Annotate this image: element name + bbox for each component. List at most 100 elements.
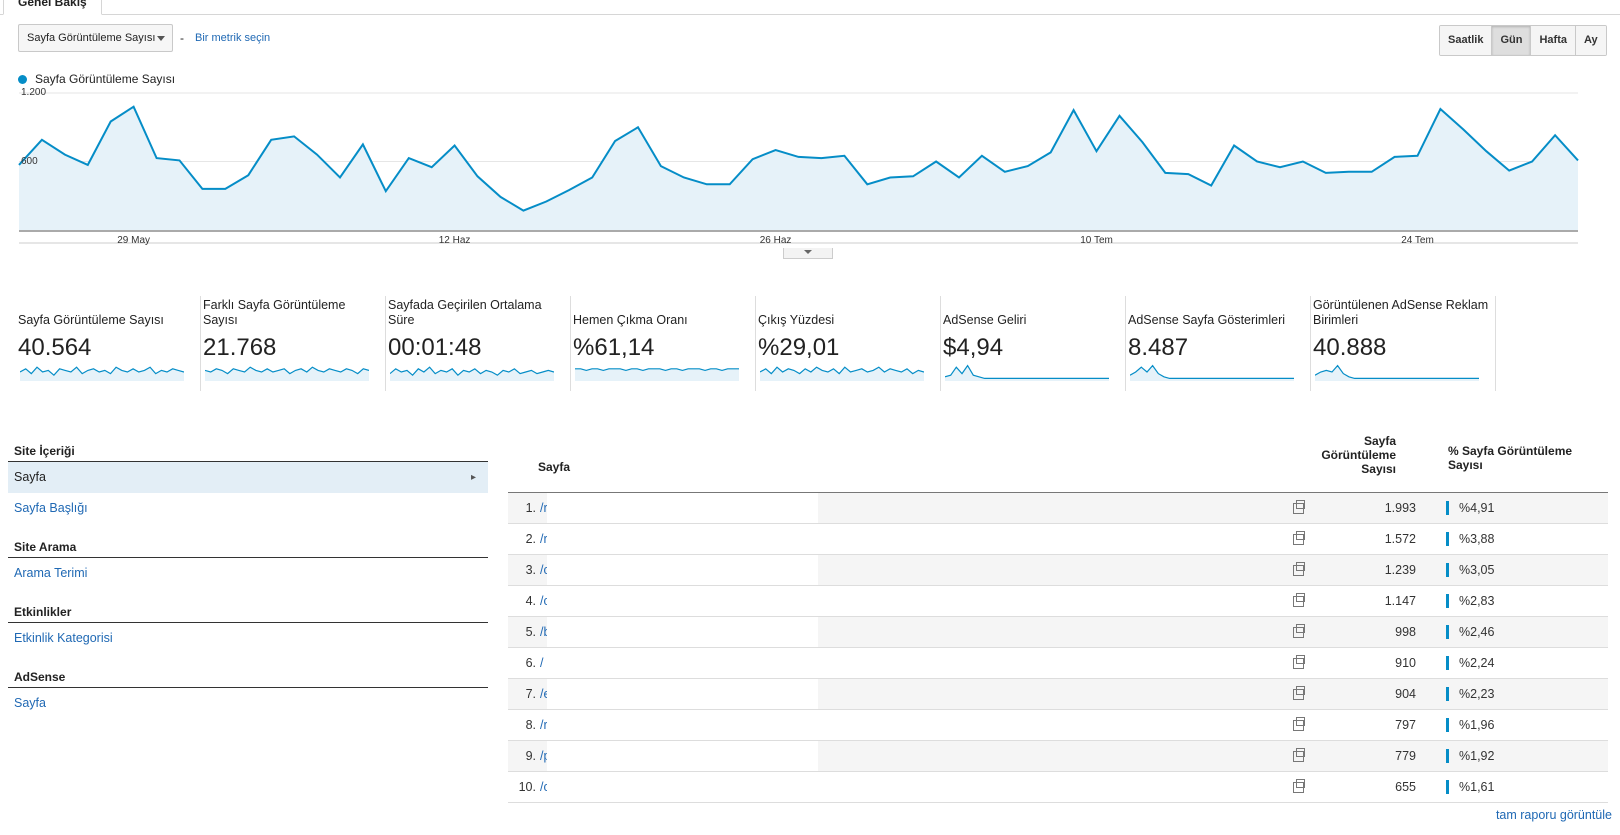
row-percent: %1,92	[1459, 749, 1495, 763]
external-link-icon[interactable]	[1293, 624, 1305, 638]
row-percent: %3,88	[1459, 532, 1495, 546]
kpi-label: Hemen Çıkma Oranı	[573, 313, 688, 327]
tab-bar: Genel Bakış	[0, 0, 1620, 15]
full-report-link[interactable]: tam raporu görüntüle	[1496, 808, 1612, 822]
tab-overview[interactable]: Genel Bakış	[3, 0, 102, 15]
row-rank: 9.	[525, 749, 536, 763]
table-row: 4./c 1.147 %2,83	[508, 586, 1608, 617]
kpi-tile[interactable]: Çıkış Yüzdesi %29,01	[750, 296, 941, 391]
redaction-mask	[547, 493, 818, 523]
period-month-button[interactable]: Ay	[1574, 26, 1606, 55]
kpi-value: %61,14	[573, 334, 655, 361]
external-link-icon[interactable]	[1293, 593, 1305, 607]
kpi-value: 00:01:48	[388, 334, 482, 361]
kpi-value: 40.888	[1313, 334, 1387, 361]
kpi-label: Sayfa Görüntüleme Sayısı	[18, 313, 164, 327]
nav-item-page[interactable]: Sayfa ▸	[8, 462, 488, 493]
kpi-label: Farklı Sayfa Görüntüleme Sayısı	[203, 298, 346, 327]
page-path-link[interactable]: /	[540, 656, 543, 670]
external-link-icon[interactable]	[1293, 748, 1305, 762]
kpi-tile[interactable]: AdSense Geliri $4,94	[935, 296, 1126, 391]
kpi-value: 21.768	[203, 334, 277, 361]
x-tick-label: 29 May	[117, 235, 151, 246]
external-link-icon[interactable]	[1293, 562, 1305, 576]
kpi-sparkline	[1130, 364, 1294, 381]
external-link-icon[interactable]	[1293, 717, 1305, 731]
row-pageviews: 1.147	[1384, 594, 1416, 608]
nav-item-adsense-page[interactable]: Sayfa	[8, 688, 488, 719]
chart-legend: Sayfa Görüntüleme Sayısı	[18, 72, 175, 86]
row-percent: %1,61	[1459, 780, 1495, 794]
nav-item-search-term[interactable]: Arama Terimi	[8, 558, 488, 589]
redaction-mask	[547, 617, 818, 647]
percent-bar	[1446, 625, 1449, 639]
pageviews-chart[interactable]	[0, 85, 1620, 245]
column-header-percent[interactable]: % Sayfa Görüntüleme Sayısı	[1448, 444, 1583, 472]
kpi-tile[interactable]: Hemen Çıkma Oranı %61,14	[565, 296, 756, 391]
redaction-mask	[547, 741, 818, 771]
table-row: 7./e 904 %2,23	[508, 679, 1608, 710]
row-rank: 8.	[525, 718, 536, 732]
nav-heading-site-content: Site İçeriği	[8, 440, 488, 462]
row-pageviews: 655	[1395, 780, 1416, 794]
row-rank: 2.	[525, 532, 536, 546]
x-tick-label: 12 Haz	[438, 235, 471, 246]
redaction-mask	[547, 648, 818, 678]
row-rank: 10.	[518, 780, 536, 794]
table-row: 2./r 1.572 %3,88	[508, 524, 1608, 555]
external-link-icon[interactable]	[1293, 500, 1305, 514]
x-tick-label: 10 Tem	[1080, 235, 1113, 246]
kpi-value: 8.487	[1128, 334, 1189, 361]
external-link-icon[interactable]	[1293, 686, 1305, 700]
kpi-tile[interactable]: Sayfada Geçirilen Ortalama Süre 00:01:48	[380, 296, 571, 391]
redaction-mask	[547, 586, 818, 616]
table-row: 9./p 779 %1,92	[508, 741, 1608, 772]
row-percent: %2,83	[1459, 594, 1495, 608]
metric-select[interactable]: Sayfa Görüntüleme Sayısı	[18, 24, 173, 52]
table-row: 6. / 910 %2,24	[508, 648, 1608, 679]
row-pageviews: 1.239	[1384, 563, 1416, 577]
row-pageviews: 910	[1395, 656, 1416, 670]
table-row: 10./c 655 %1,61	[508, 772, 1608, 803]
kpi-tile[interactable]: AdSense Sayfa Gösterimleri 8.487	[1120, 296, 1311, 391]
percent-bar	[1446, 563, 1449, 577]
chart-collapse-handle[interactable]	[783, 248, 833, 259]
row-pageviews: 1.993	[1384, 501, 1416, 515]
row-pageviews: 1.572	[1384, 532, 1416, 546]
kpi-tile[interactable]: Görüntülenen AdSense Reklam Birimleri 40.…	[1305, 296, 1496, 391]
legend-dot-icon	[18, 75, 27, 84]
kpi-label: Çıkış Yüzdesi	[758, 313, 835, 327]
percent-bar	[1446, 532, 1449, 546]
nav-item-page-title[interactable]: Sayfa Başlığı	[8, 493, 488, 524]
period-day-button[interactable]: Gün	[1491, 26, 1531, 55]
kpi-sparkline	[1315, 364, 1479, 381]
row-rank: 5.	[525, 625, 536, 639]
y-tick-label: 1.200	[21, 87, 47, 98]
percent-bar	[1446, 687, 1449, 701]
row-rank: 7.	[525, 687, 536, 701]
kpi-label: AdSense Sayfa Gösterimleri	[1128, 313, 1286, 327]
row-pageviews: 998	[1395, 625, 1416, 639]
row-rank: 6.	[525, 656, 536, 670]
metric-separator: -	[180, 31, 184, 45]
period-hourly-button[interactable]: Saatlik	[1440, 26, 1492, 55]
external-link-icon[interactable]	[1293, 531, 1305, 545]
period-week-button[interactable]: Hafta	[1530, 26, 1575, 55]
column-header-views[interactable]: Sayfa Görüntüleme Sayısı	[1316, 434, 1396, 476]
external-link-icon[interactable]	[1293, 655, 1305, 669]
y-tick-label: 600	[21, 155, 38, 167]
nav-heading-events: Etkinlikler	[8, 601, 488, 623]
kpi-sparkline	[20, 366, 184, 381]
percent-bar	[1446, 594, 1449, 608]
kpi-label: AdSense Geliri	[943, 313, 1027, 327]
column-header-page[interactable]: Sayfa	[538, 460, 570, 474]
pick-metric-link[interactable]: Bir metrik seçin	[195, 32, 270, 44]
nav-item-event-category[interactable]: Etkinlik Kategorisi	[8, 623, 488, 654]
kpi-sparkline	[760, 366, 924, 381]
row-percent: %2,24	[1459, 656, 1495, 670]
kpi-tile[interactable]: Sayfa Görüntüleme Sayısı 40.564	[10, 296, 201, 391]
kpi-tile[interactable]: Farklı Sayfa Görüntüleme Sayısı 21.768	[195, 296, 386, 391]
redaction-mask	[547, 555, 818, 585]
percent-bar	[1446, 780, 1449, 794]
external-link-icon[interactable]	[1293, 779, 1305, 793]
